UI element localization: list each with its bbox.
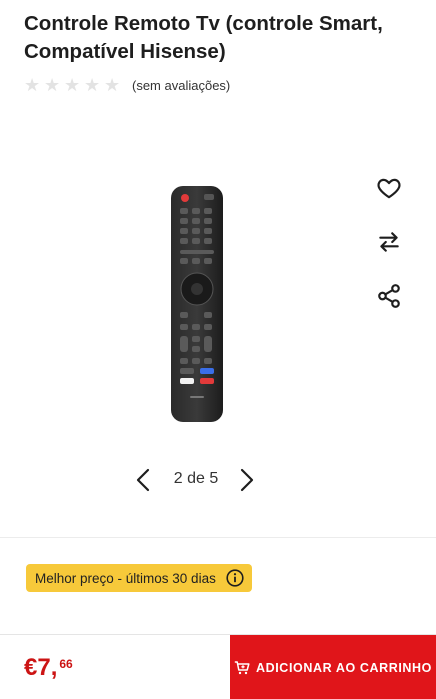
star-icon: ★ [84, 75, 101, 95]
chevron-left-icon [136, 468, 150, 492]
compare-button[interactable] [374, 227, 404, 257]
info-button[interactable] [226, 569, 244, 587]
product-image-gallery[interactable] [0, 110, 436, 510]
star-icon: ★ [44, 75, 61, 95]
best-price-label: Melhor preço - últimos 30 dias [35, 570, 216, 586]
price-main: €7, [24, 654, 58, 681]
add-to-cart-button[interactable]: ADICIONAR AO CARRINHO [230, 635, 436, 699]
pager-label: 2 de 5 [173, 470, 219, 487]
star-icon: ★ [24, 75, 41, 95]
cart-icon [234, 660, 250, 674]
share-button[interactable] [374, 281, 404, 311]
rating-count: (sem avaliações) [132, 77, 231, 93]
info-icon [226, 569, 244, 587]
compare-arrows-icon [379, 232, 399, 252]
heart-icon [377, 178, 401, 199]
purchase-bar: €7, 66 ADICIONAR AO CARRINHO [0, 634, 436, 699]
price-cents: 66 [59, 657, 73, 671]
star-icon: ★ [104, 75, 121, 95]
star-rating: ★ ★ ★ ★ ★ [24, 76, 122, 94]
gallery-pager: 2 de 5 [0, 465, 436, 495]
wishlist-button[interactable] [374, 173, 404, 203]
rating[interactable]: ★ ★ ★ ★ ★ (sem avaliações) [24, 76, 230, 94]
next-image-button[interactable] [236, 467, 258, 493]
product-title: Controle Remoto Tv (controle Smart, Comp… [24, 12, 383, 63]
share-icon [378, 284, 400, 308]
add-to-cart-label: ADICIONAR AO CARRINHO [255, 660, 433, 675]
previous-image-button[interactable] [132, 467, 154, 493]
divider [0, 537, 436, 538]
product-image [168, 184, 226, 424]
price: €7, 66 [24, 655, 73, 681]
chevron-right-icon [240, 468, 254, 492]
star-icon: ★ [64, 75, 81, 95]
best-price-badge: Melhor preço - últimos 30 dias [26, 564, 252, 592]
